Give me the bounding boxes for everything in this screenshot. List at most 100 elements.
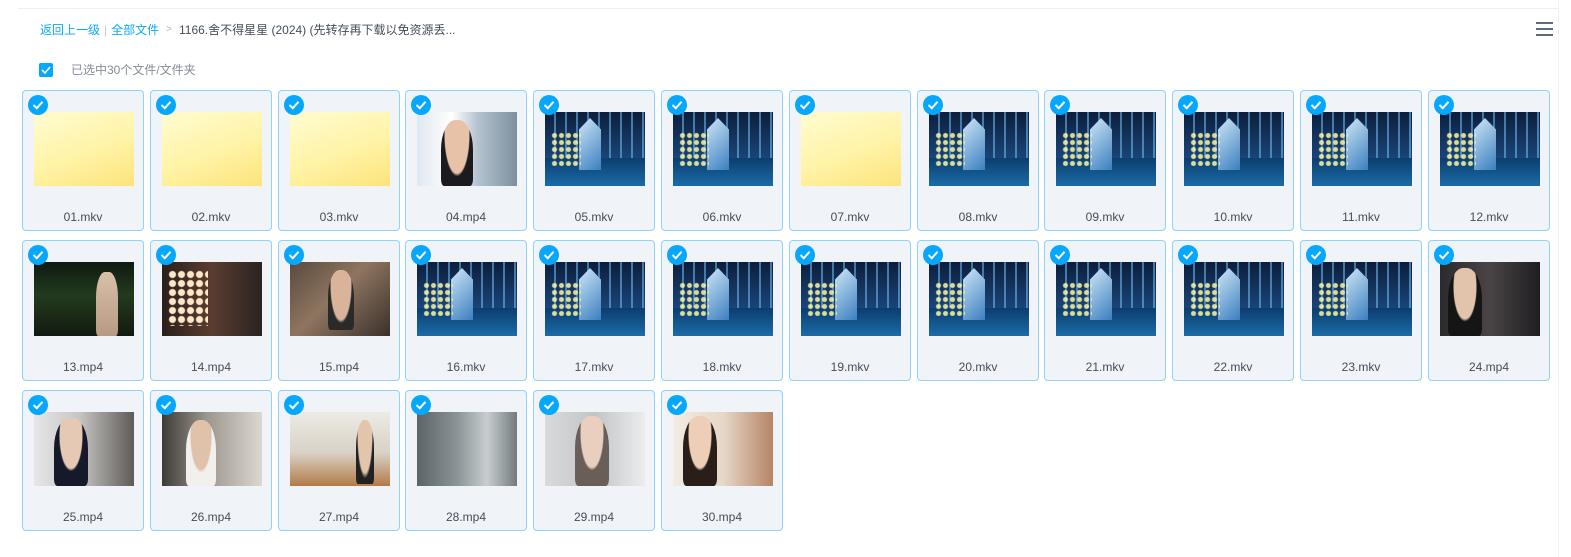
file-name: 19.mkv [830,360,870,374]
video-thumbnail [290,112,390,186]
video-thumbnail [545,112,645,186]
file-tile[interactable]: 11.mkv [1300,90,1422,231]
selection-status: 已选中30个文件/文件夹 [71,63,196,77]
selected-check-icon[interactable] [411,245,431,265]
file-tile[interactable]: 29.mp4 [533,390,655,531]
selected-check-icon[interactable] [539,245,559,265]
file-tile[interactable]: 22.mkv [1172,240,1294,381]
video-thumbnail [1184,262,1284,336]
top-divider [18,8,1558,9]
file-name: 26.mp4 [190,510,232,524]
video-thumbnail [673,112,773,186]
selected-check-icon[interactable] [667,245,687,265]
file-tile[interactable]: 12.mkv [1428,90,1550,231]
file-name: 15.mp4 [318,360,360,374]
file-name: 20.mkv [958,360,998,374]
file-name: 01.mkv [63,210,103,224]
selected-check-icon[interactable] [667,395,687,415]
selected-check-icon[interactable] [411,95,431,115]
selected-check-icon[interactable] [667,95,687,115]
selected-check-icon[interactable] [1050,95,1070,115]
selected-check-icon[interactable] [1050,245,1070,265]
selected-check-icon[interactable] [923,95,943,115]
file-tile[interactable]: 15.mp4 [278,240,400,381]
file-name: 08.mkv [958,210,998,224]
file-tile[interactable]: 24.mp4 [1428,240,1550,381]
selected-check-icon[interactable] [156,395,176,415]
file-tile[interactable]: 03.mkv [278,90,400,231]
selected-check-icon[interactable] [156,245,176,265]
file-tile[interactable]: 30.mp4 [661,390,783,531]
selected-check-icon[interactable] [1434,95,1454,115]
selected-check-icon[interactable] [795,245,815,265]
file-tile[interactable]: 05.mkv [533,90,655,231]
selected-check-icon[interactable] [1178,95,1198,115]
selected-check-icon[interactable] [1306,245,1326,265]
breadcrumb-divider: | [104,23,108,37]
file-tile[interactable]: 17.mkv [533,240,655,381]
selected-check-icon[interactable] [1306,95,1326,115]
video-thumbnail [290,412,390,486]
file-tile[interactable]: 01.mkv [22,90,144,231]
video-thumbnail [1312,262,1412,336]
file-name: 30.mp4 [701,510,743,524]
file-name: 28.mp4 [445,510,487,524]
video-thumbnail [801,262,901,336]
file-tile[interactable]: 19.mkv [789,240,911,381]
selected-check-icon[interactable] [1178,245,1198,265]
file-tile[interactable]: 16.mkv [405,240,527,381]
file-tile[interactable]: 14.mp4 [150,240,272,381]
selected-check-icon[interactable] [284,245,304,265]
file-tile[interactable]: 04.mp4 [405,90,527,231]
video-thumbnail [34,412,134,486]
selected-check-icon[interactable] [795,95,815,115]
video-thumbnail [290,262,390,336]
file-tile[interactable]: 20.mkv [917,240,1039,381]
file-tile[interactable]: 23.mkv [1300,240,1422,381]
selected-check-icon[interactable] [28,395,48,415]
selected-check-icon[interactable] [1434,245,1454,265]
selected-check-icon[interactable] [284,395,304,415]
file-tile[interactable]: 28.mp4 [405,390,527,531]
check-icon [41,65,51,74]
select-all-checkbox[interactable] [39,62,53,77]
all-files-link[interactable]: 全部文件 [111,22,159,38]
video-thumbnail [417,112,517,186]
file-tile[interactable]: 06.mkv [661,90,783,231]
current-folder-name: 1166.舍不得星星 (2024) (先转存再下载以免资源丢... [179,23,456,37]
file-tile[interactable]: 08.mkv [917,90,1039,231]
video-thumbnail [929,112,1029,186]
video-thumbnail [545,262,645,336]
file-name: 05.mkv [574,210,614,224]
selected-check-icon[interactable] [539,95,559,115]
file-tile[interactable]: 13.mp4 [22,240,144,381]
breadcrumb: 返回上一级 | 全部文件 > 1166.舍不得星星 (2024) (先转存再下载… [40,22,456,38]
file-name: 02.mkv [191,210,231,224]
file-name: 25.mp4 [62,510,104,524]
file-tile[interactable]: 27.mp4 [278,390,400,531]
file-tile[interactable]: 18.mkv [661,240,783,381]
selected-check-icon[interactable] [284,95,304,115]
selected-check-icon[interactable] [923,245,943,265]
file-name: 14.mp4 [190,360,232,374]
selected-check-icon[interactable] [28,245,48,265]
file-tile[interactable]: 02.mkv [150,90,272,231]
selected-check-icon[interactable] [156,95,176,115]
selected-check-icon[interactable] [28,95,48,115]
file-tile[interactable]: 25.mp4 [22,390,144,531]
file-tile[interactable]: 09.mkv [1044,90,1166,231]
file-name: 22.mkv [1213,360,1253,374]
selected-check-icon[interactable] [539,395,559,415]
file-tile[interactable]: 07.mkv [789,90,911,231]
right-divider [1558,0,1559,557]
file-tile[interactable]: 21.mkv [1044,240,1166,381]
selected-check-icon[interactable] [411,395,431,415]
file-tile[interactable]: 10.mkv [1172,90,1294,231]
file-tile[interactable]: 26.mp4 [150,390,272,531]
video-thumbnail [673,262,773,336]
file-name: 23.mkv [1341,360,1381,374]
video-thumbnail [1440,112,1540,186]
back-link[interactable]: 返回上一级 [40,22,100,38]
menu-icon[interactable] [1536,22,1553,37]
file-name: 04.mp4 [445,210,487,224]
